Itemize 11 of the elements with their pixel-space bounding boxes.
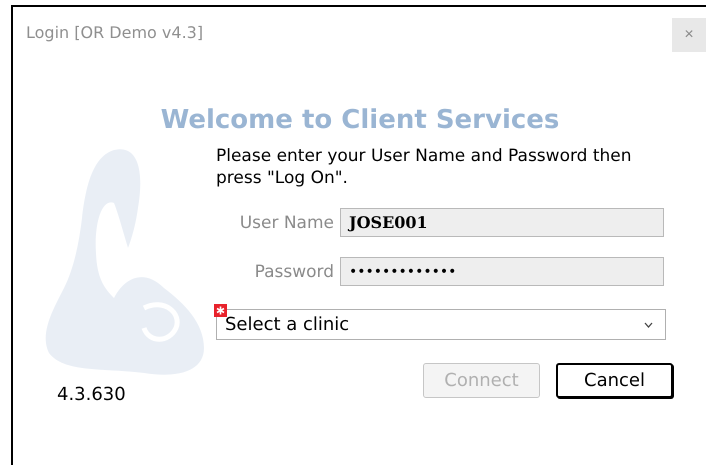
username-field[interactable]: JOSE001 (340, 208, 664, 237)
version-label: 4.3.630 (57, 384, 127, 405)
instructions-text: Please enter your User Name and Password then press "Log On". (216, 145, 633, 189)
chevron-down-icon (644, 322, 653, 328)
window-title: Login [OR Demo v4.3] (26, 22, 204, 42)
cancel-button[interactable]: Cancel (556, 363, 673, 398)
field-label: Password (254, 262, 334, 282)
password-field[interactable]: ••••••••••••• (340, 257, 664, 286)
field-label: User Name (240, 212, 334, 232)
welcome-heading: Welcome to Client Services (160, 105, 560, 135)
clinic-dropdown[interactable]: Select a clinic (216, 309, 666, 340)
